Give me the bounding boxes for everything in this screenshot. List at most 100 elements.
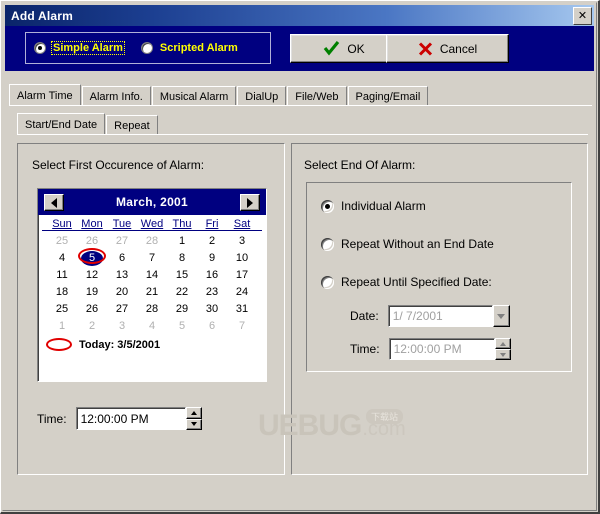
calendar-day-29[interactable]: 29	[167, 301, 197, 318]
calendar-day-4[interactable]: 4	[137, 318, 167, 335]
calendar-day-number: 26	[85, 235, 99, 247]
calendar-day-2[interactable]: 2	[197, 233, 227, 250]
calendar-today-row[interactable]: Today: 3/5/2001	[38, 335, 266, 351]
calendar-day-13[interactable]: 13	[107, 267, 137, 284]
radio-scripted-alarm[interactable]: Scripted Alarm	[140, 41, 240, 55]
calendar-day-number: 3	[238, 235, 246, 247]
calendar-day-number: 23	[205, 286, 219, 298]
calendar-day-8[interactable]: 8	[167, 250, 197, 267]
end-time-spinner[interactable]: 12:00:00 PM	[388, 338, 511, 360]
calendar-day-27[interactable]: 27	[107, 301, 137, 318]
calendar-day-number: 27	[115, 303, 129, 315]
calendar-day-31[interactable]: 31	[227, 301, 257, 318]
calendar-day-19[interactable]: 19	[77, 284, 107, 301]
end-date-input[interactable]: 1/ 7/2001	[387, 305, 493, 327]
calendar-day-6[interactable]: 6	[197, 318, 227, 335]
first-occurrence-title: Select First Occurence of Alarm:	[32, 158, 205, 172]
end-time-spin-up[interactable]	[494, 338, 511, 349]
calendar-day-number: 5	[88, 252, 96, 264]
calendar-day-11[interactable]: 11	[47, 267, 77, 284]
calendar-day-1[interactable]: 1	[47, 318, 77, 335]
calendar-day-24[interactable]: 24	[227, 284, 257, 301]
calendar-day-25[interactable]: 25	[47, 233, 77, 250]
radio-repeat-no-end-date[interactable]: Repeat Without an End Date	[321, 237, 494, 251]
arrow-down-icon	[190, 422, 197, 427]
calendar-day-3[interactable]: 3	[107, 318, 137, 335]
calendar-day-7[interactable]: 7	[137, 250, 167, 267]
calendar-day-14[interactable]: 14	[137, 267, 167, 284]
calendar-day-23[interactable]: 23	[197, 284, 227, 301]
tab-paging-email[interactable]: Paging/Email	[347, 86, 429, 106]
calendar-day-22[interactable]: 22	[167, 284, 197, 301]
calendar-day-5[interactable]: 5	[167, 318, 197, 335]
start-time-spin-down[interactable]	[185, 418, 202, 430]
tab-alarm-info[interactable]: Alarm Info.	[81, 86, 151, 106]
calendar-day-12[interactable]: 12	[77, 267, 107, 284]
start-time-spinner[interactable]: 12:00:00 PM	[75, 407, 202, 430]
close-icon: ✕	[577, 9, 588, 22]
calendar-day-number: 11	[56, 269, 68, 281]
tab-alarm-info-label: Alarm Info.	[89, 90, 143, 103]
end-time-spin-buttons[interactable]	[494, 338, 511, 360]
ok-button[interactable]: OK	[290, 34, 398, 63]
tab-dialup-label: DialUp	[245, 90, 279, 103]
calendar-day-28[interactable]: 28	[137, 233, 167, 250]
cross-icon	[418, 41, 433, 56]
calendar-day-number: 28	[145, 303, 159, 315]
start-time-spin-buttons[interactable]	[185, 407, 202, 430]
cancel-button[interactable]: Cancel	[386, 34, 509, 63]
calendar-day-3[interactable]: 3	[227, 233, 257, 250]
calendar-next-month-button[interactable]	[240, 194, 260, 211]
calendar-day-number: 3	[118, 320, 126, 332]
calendar-day-26[interactable]: 26	[77, 301, 107, 318]
radio-simple-alarm-indicator	[34, 42, 46, 54]
calendar-day-18[interactable]: 18	[47, 284, 77, 301]
calendar-day-17[interactable]: 17	[227, 267, 257, 284]
radio-simple-alarm[interactable]: Simple Alarm	[34, 41, 125, 55]
radio-individual-alarm[interactable]: Individual Alarm	[321, 199, 426, 213]
arrow-up-icon	[190, 410, 197, 415]
calendar-dow-tue: Tue	[112, 218, 132, 230]
tab-alarm-time-label: Alarm Time	[17, 89, 73, 102]
radio-individual-alarm-indicator	[321, 199, 334, 213]
month-calendar[interactable]: March, 2001 Sun Mon Tue Wed Thu Fri Sat …	[37, 188, 267, 382]
calendar-day-2[interactable]: 2	[77, 318, 107, 335]
calendar-day-9[interactable]: 9	[197, 250, 227, 267]
end-date-row: Date: 1/ 7/2001	[350, 305, 510, 327]
end-of-alarm-panel: Select End Of Alarm: Individual Alarm Re…	[291, 143, 588, 475]
calendar-day-16[interactable]: 16	[197, 267, 227, 284]
end-date-combo[interactable]: 1/ 7/2001	[387, 305, 510, 327]
calendar-day-1[interactable]: 1	[167, 233, 197, 250]
calendar-day-number: 2	[208, 235, 216, 247]
tab-alarm-time[interactable]: Alarm Time	[9, 84, 81, 106]
start-time-spin-up[interactable]	[185, 407, 202, 419]
end-time-spin-down[interactable]	[494, 349, 511, 360]
calendar-day-28[interactable]: 28	[137, 301, 167, 318]
calendar-day-20[interactable]: 20	[107, 284, 137, 301]
calendar-day-30[interactable]: 30	[197, 301, 227, 318]
calendar-day-6[interactable]: 6	[107, 250, 137, 267]
tab-start-end-date-label: Start/End Date	[25, 118, 98, 131]
calendar-day-15[interactable]: 15	[167, 267, 197, 284]
tab-start-end-date[interactable]: Start/End Date	[17, 113, 106, 135]
end-date-dropdown-button[interactable]	[492, 305, 510, 327]
calendar-prev-month-button[interactable]	[44, 194, 64, 211]
calendar-day-number: 17	[235, 269, 249, 281]
tab-file-web[interactable]: File/Web	[287, 86, 347, 106]
radio-repeat-until-date[interactable]: Repeat Until Specified Date:	[321, 275, 492, 289]
tab-musical-alarm[interactable]: Musical Alarm	[151, 86, 237, 106]
calendar-day-26[interactable]: 26	[77, 233, 107, 250]
calendar-day-5[interactable]: 5	[77, 248, 107, 267]
end-time-input[interactable]: 12:00:00 PM	[388, 338, 495, 360]
calendar-day-4[interactable]: 4	[47, 250, 77, 267]
tab-dialup[interactable]: DialUp	[237, 86, 287, 106]
calendar-day-7[interactable]: 7	[227, 318, 257, 335]
calendar-day-number: 8	[178, 252, 186, 264]
calendar-day-10[interactable]: 10	[227, 250, 257, 267]
calendar-day-25[interactable]: 25	[47, 301, 77, 318]
start-time-input[interactable]: 12:00:00 PM	[75, 407, 186, 430]
tab-repeat[interactable]: Repeat	[106, 115, 158, 135]
close-button[interactable]: ✕	[573, 7, 592, 25]
calendar-day-21[interactable]: 21	[137, 284, 167, 301]
calendar-day-27[interactable]: 27	[107, 233, 137, 250]
